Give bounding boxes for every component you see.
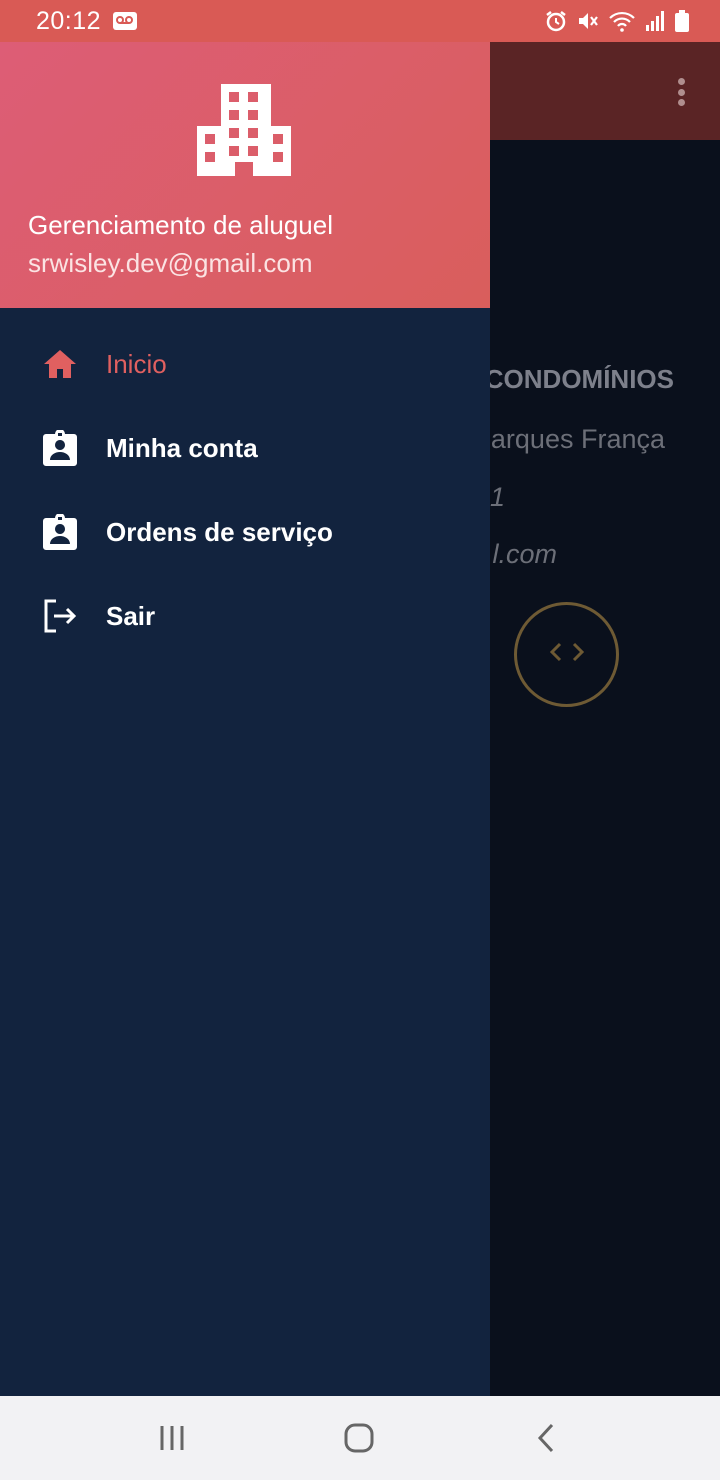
alarm-icon [544, 9, 568, 33]
home-button-icon[interactable] [339, 1418, 379, 1458]
system-nav-bar [0, 1396, 720, 1480]
contact-badge-icon [40, 428, 80, 468]
logout-icon [40, 596, 80, 636]
wifi-icon [608, 9, 636, 33]
battery-icon [674, 9, 690, 33]
back-icon[interactable] [526, 1418, 566, 1458]
drawer-menu: Inicio Minha conta Ordens de serviço Sai… [0, 322, 490, 658]
recent-apps-icon[interactable] [152, 1418, 192, 1458]
voicemail-icon [112, 11, 138, 31]
menu-item-inicio[interactable]: Inicio [0, 322, 490, 406]
status-bar: 20:12 [0, 0, 720, 42]
contact-badge-icon [40, 512, 80, 552]
menu-item-ordens-de-servico[interactable]: Ordens de serviço [0, 490, 490, 574]
mute-icon [576, 9, 600, 33]
menu-item-label: Ordens de serviço [106, 516, 333, 547]
drawer-user-email: srwisley.dev@gmail.com [28, 248, 313, 278]
code-button[interactable] [514, 602, 619, 707]
status-time: 20:12 [36, 7, 102, 35]
drawer-app-name: Gerenciamento de aluguel [28, 210, 333, 240]
home-icon [40, 344, 80, 384]
more-vert-icon[interactable] [670, 76, 692, 108]
signal-icon [644, 9, 666, 33]
menu-item-label: Sair [106, 600, 156, 631]
menu-item-label: Inicio [106, 348, 167, 379]
menu-item-minha-conta[interactable]: Minha conta [0, 406, 490, 490]
drawer-header: Gerenciamento de aluguel srwisley.dev@gm… [0, 42, 490, 308]
code-icon [547, 637, 587, 672]
building-icon [197, 84, 291, 178]
menu-item-sair[interactable]: Sair [0, 574, 490, 658]
navigation-drawer: Gerenciamento de aluguel srwisley.dev@gm… [0, 42, 490, 1396]
menu-item-label: Minha conta [106, 432, 258, 463]
